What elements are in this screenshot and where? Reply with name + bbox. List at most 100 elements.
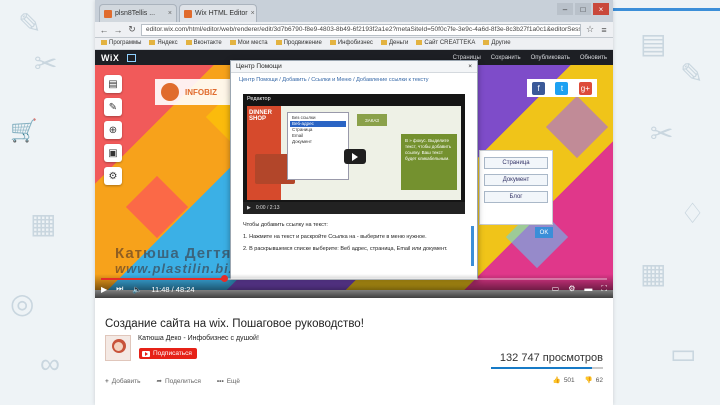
bookmark-item[interactable]: Продвижение: [276, 40, 322, 47]
url-input[interactable]: editor.wix.com/html/editor/web/renderer/…: [141, 23, 581, 36]
brush-icon[interactable]: ✎: [104, 98, 122, 116]
notepad-doodle-icon: ▤: [640, 28, 667, 59]
slide-accent-bar: [613, 8, 720, 11]
star-icon[interactable]: ☆: [585, 24, 595, 35]
bookmark-item[interactable]: Деньги: [381, 40, 408, 47]
video-title: Создание сайта на wix. Пошаговое руковод…: [105, 318, 364, 330]
page-icon[interactable]: ▤: [104, 75, 122, 93]
video-controls: ▶ ⏭ 🔈 11:48 / 48:24 ▭ ⚙ ▬ ⛶: [95, 274, 613, 298]
share-button[interactable]: ➦ Поделиться: [156, 377, 201, 386]
add-icon[interactable]: ⊕: [104, 121, 122, 139]
instruction-line: 2. В раскрывшемся списке выберите: Веб а…: [243, 245, 448, 252]
thumbs-down-icon: 👎: [584, 377, 593, 384]
tab-bar: plsn8Tellis ... × Wix HTML Editor × – □ …: [95, 0, 613, 22]
progress-knob[interactable]: [220, 275, 228, 282]
media-icon[interactable]: ▣: [104, 144, 122, 162]
share-icon: ➦: [156, 378, 162, 385]
rating: 👍 501 👎 62: [553, 376, 603, 385]
browser-tab-1[interactable]: plsn8Tellis ... ×: [99, 4, 177, 22]
minimize-icon[interactable]: –: [557, 3, 573, 15]
youtube-icon: [142, 350, 150, 357]
dislike-count: 62: [595, 376, 603, 384]
close-tab-icon[interactable]: ×: [168, 10, 172, 17]
embed-order-label: ЗАКАЗ: [357, 114, 387, 126]
bookmark-item[interactable]: Яндекс: [149, 40, 177, 47]
close-window-icon[interactable]: ×: [593, 3, 609, 15]
bookmark-item[interactable]: Инфобизнес: [330, 40, 373, 47]
avatar[interactable]: [105, 335, 131, 361]
modal-title: Центр Помощи: [236, 63, 282, 70]
wix-menu-upgrade[interactable]: Обновить: [580, 55, 607, 61]
wix-logo: WiX: [101, 52, 120, 63]
more-button[interactable]: ••• Ещё: [217, 378, 240, 385]
bookmark-item[interactable]: Мои места: [230, 40, 268, 47]
wix-menu-publish[interactable]: Опубликовать: [531, 55, 570, 61]
instruction-line: Чтобы добавить ссылку на текст:: [243, 222, 328, 228]
dislike-button[interactable]: 👎 62: [584, 376, 603, 385]
embed-brand: DINNER SHOP: [249, 110, 273, 122]
progress-bar[interactable]: [101, 275, 607, 282]
volume-icon[interactable]: 🔈: [132, 285, 142, 294]
maximize-icon[interactable]: □: [575, 3, 591, 15]
embed-play-icon[interactable]: [344, 149, 366, 164]
tab-label: Wix HTML Editor: [195, 10, 248, 17]
google-plus-icon[interactable]: g+: [578, 81, 592, 95]
subscribe-button[interactable]: Подписаться: [139, 348, 197, 359]
link-page-button[interactable]: Страница: [484, 157, 548, 169]
embedded-video[interactable]: Редактор DINNER SHOP Без ссылки Веб-адре…: [243, 94, 465, 214]
decor-cube: [545, 95, 609, 159]
fullscreen-icon[interactable]: ⛶: [601, 284, 607, 294]
link-document-button[interactable]: Документ: [484, 174, 548, 186]
breadcrumb[interactable]: Центр Помощи / Добавить / Ссылки и Меню …: [231, 73, 477, 87]
theater-icon[interactable]: ▬: [584, 284, 592, 294]
browser-tab-2[interactable]: Wix HTML Editor ×: [179, 4, 257, 22]
modal-scrollbar[interactable]: [471, 226, 474, 266]
link-blog-button[interactable]: Блог: [484, 191, 548, 203]
reload-icon[interactable]: ↻: [127, 24, 137, 35]
site-brand-text: INFOBIZ: [185, 87, 217, 97]
embed-play-small-icon[interactable]: ▶: [247, 205, 251, 211]
video-page: plsn8Tellis ... × Wix HTML Editor × – □ …: [95, 0, 613, 405]
play-icon[interactable]: ▶: [101, 285, 107, 294]
decor-cube: [125, 175, 189, 239]
embed-green-text: В » фокус. Выделите текст, чтобы добавит…: [401, 134, 457, 190]
bookmark-item[interactable]: Вконтакте: [186, 40, 222, 47]
bookmark-item[interactable]: Программы: [101, 40, 141, 47]
address-bar: ← → ↻ editor.wix.com/html/editor/web/ren…: [95, 22, 613, 38]
settings-icon[interactable]: ⚙: [104, 167, 122, 185]
wix-menu-save[interactable]: Сохранить: [491, 55, 521, 61]
menu-icon[interactable]: ≡: [599, 25, 609, 35]
close-tab-icon[interactable]: ×: [251, 10, 255, 17]
share-label: Поделиться: [164, 377, 201, 385]
like-ratio-bar: [491, 367, 603, 369]
link-dropdown: Без ссылки Веб-адрес Страница Email Доку…: [287, 112, 349, 180]
settings-icon[interactable]: ⚙: [568, 284, 575, 294]
bookmark-item[interactable]: Сайт CREATTEKA: [416, 40, 475, 47]
next-icon[interactable]: ⏭: [116, 284, 123, 294]
bookmark-item[interactable]: Другие: [483, 40, 510, 47]
help-center-modal: Центр Помощи × Центр Помощи / Добавить /…: [230, 60, 478, 280]
like-count: 501: [563, 376, 575, 384]
player-buttons: ▶ ⏭ 🔈 11:48 / 48:24 ▭ ⚙ ▬ ⛶: [101, 282, 607, 296]
desktop-view-icon[interactable]: [127, 53, 137, 62]
browser-window: plsn8Tellis ... × Wix HTML Editor × – □ …: [95, 0, 613, 298]
ok-button[interactable]: OK: [535, 227, 553, 238]
window-controls: – □ ×: [557, 3, 609, 15]
yarn-doodle-icon: ◎: [10, 288, 35, 319]
instructions: Чтобы добавить ссылку на текст: 1. Нажми…: [243, 221, 463, 256]
favicon-icon: [184, 9, 192, 18]
like-ratio-fill: [491, 367, 592, 369]
favicon-icon: [104, 9, 112, 18]
forward-icon[interactable]: →: [113, 25, 123, 35]
editor-toolstrip: ▤ ✎ ⊕ ▣ ⚙: [104, 75, 122, 185]
embed-brand-block: DINNER SHOP: [247, 106, 281, 200]
back-icon[interactable]: ←: [99, 25, 109, 35]
channel-name[interactable]: Катюша Деко - Инфобизнес с душой!: [138, 335, 259, 342]
dropdown-option: Документ: [292, 139, 312, 144]
facebook-icon[interactable]: f: [532, 81, 546, 95]
like-button[interactable]: 👍 501: [553, 376, 575, 385]
add-button[interactable]: + Добавить: [105, 378, 141, 385]
twitter-icon[interactable]: t: [555, 81, 569, 95]
close-modal-icon[interactable]: ×: [468, 63, 472, 70]
subtitles-icon[interactable]: ▭: [552, 284, 560, 294]
